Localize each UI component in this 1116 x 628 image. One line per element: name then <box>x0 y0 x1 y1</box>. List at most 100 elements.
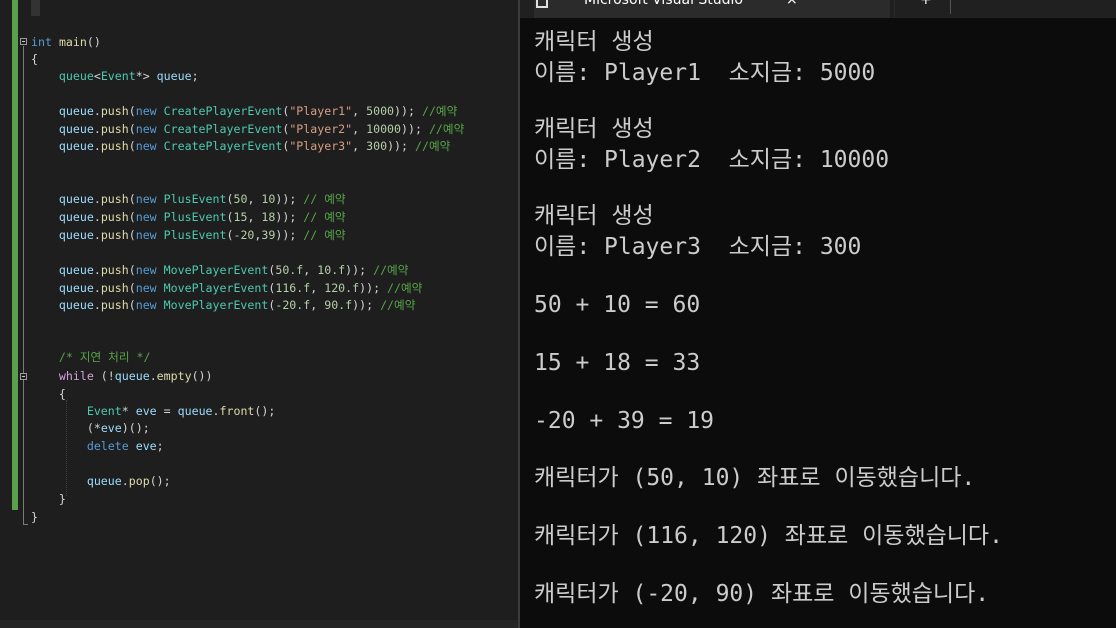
code-token: push <box>100 210 129 224</box>
console-window[interactable]: Microsoft Visual Studio × + 캐릭터 생성 이름: Pl… <box>520 0 1116 628</box>
code-line[interactable]: { <box>31 387 66 401</box>
code-token: )); <box>275 210 297 224</box>
code-token: , <box>303 263 318 277</box>
code-line[interactable]: } <box>31 492 66 506</box>
code-token: new <box>135 104 157 118</box>
code-token: ( <box>128 210 136 224</box>
code-token: "Player3" <box>289 139 353 153</box>
code-token: (! <box>93 369 115 383</box>
code-line[interactable]: int main() <box>31 35 101 49</box>
code-token: while <box>58 369 94 383</box>
code-token: push <box>100 281 129 295</box>
code-token: queue <box>58 104 94 118</box>
code-token: new <box>135 192 157 206</box>
code-editor-pane[interactable]: int main(){ queue<Event*> queue; queue.p… <box>0 0 519 628</box>
code-token: ( <box>128 263 136 277</box>
code-token: queue <box>58 192 94 206</box>
fold-main-icon[interactable] <box>20 38 27 45</box>
code-token: 10000 <box>366 122 402 136</box>
console-tab-title: Microsoft Visual Studio <box>584 0 743 8</box>
code-token: queue <box>58 69 94 83</box>
console-titlebar: Microsoft Visual Studio × + <box>520 0 1116 18</box>
code-token: push <box>100 139 129 153</box>
code-line[interactable]: while (!queue.empty()) <box>31 369 213 383</box>
code-token: new <box>135 263 157 277</box>
code-token: < <box>93 69 101 83</box>
code-token: (* <box>31 421 101 435</box>
console-line: 이름: Player2 소지금: 10000 <box>534 147 890 173</box>
new-tab-icon[interactable]: + <box>920 0 932 9</box>
console-line: 15 + 18 = 33 <box>534 350 701 376</box>
code-line[interactable]: queue.push(new CreatePlayerEvent("Player… <box>31 104 457 118</box>
code-token: ( <box>128 122 136 136</box>
code-line[interactable]: queue.push(new CreatePlayerEvent("Player… <box>31 139 450 153</box>
code-token: 10 <box>261 192 276 206</box>
code-line[interactable]: queue.push(new MovePlayerEvent(116.f, 12… <box>31 281 422 295</box>
code-token: new <box>135 298 157 312</box>
code-line[interactable]: queue.push(new PlusEvent(-20,39)); // 예약 <box>31 228 346 242</box>
tab-close-icon[interactable]: × <box>786 0 798 9</box>
code-token: 90.f <box>324 298 353 312</box>
code-token: , <box>247 210 262 224</box>
code-line[interactable]: { <box>31 52 38 66</box>
code-line[interactable]: delete eve; <box>31 439 164 453</box>
code-token: ( <box>128 298 136 312</box>
code-token: eve <box>135 404 157 418</box>
code-token: queue <box>58 139 94 153</box>
code-token: new <box>135 210 157 224</box>
code-token: 18 <box>261 210 276 224</box>
code-token: CreatePlayerEvent <box>163 122 283 136</box>
fold-while-icon[interactable] <box>20 373 27 380</box>
code-token: . <box>212 404 220 418</box>
code-line[interactable]: queue.push(new PlusEvent(15, 18)); // 예약 <box>31 210 346 224</box>
code-token: . <box>93 228 101 242</box>
code-line[interactable]: queue<Event*> queue; <box>31 69 199 83</box>
code-line[interactable]: Event* eve = queue.front(); <box>31 404 276 418</box>
code-line[interactable]: (*eve)(); <box>31 421 150 435</box>
code-token: PlusEvent <box>163 210 227 224</box>
code-token: queue <box>156 69 192 83</box>
code-token: queue <box>177 404 213 418</box>
code-token: . <box>93 263 101 277</box>
code-token: Event <box>86 404 122 418</box>
terminal-icon <box>536 0 548 8</box>
code-token: ; <box>191 69 199 83</box>
code-line[interactable]: queue.push(new PlusEvent(50, 10)); // 예약 <box>31 192 346 206</box>
code-line[interactable]: queue.push(new MovePlayerEvent(50.f, 10.… <box>31 263 408 277</box>
console-line: 이름: Player1 소지금: 5000 <box>534 60 876 86</box>
code-line[interactable]: queue.push(new MovePlayerEvent(-20.f, 90… <box>31 298 415 312</box>
code-token: ( <box>128 192 136 206</box>
code-token: /* 지연 처리 */ <box>31 350 151 364</box>
code-token: queue <box>114 369 150 383</box>
code-token: new <box>135 228 157 242</box>
code-token: -20.f <box>275 298 311 312</box>
code-token: int <box>31 35 52 49</box>
code-token: queue <box>58 298 94 312</box>
code-token: )); <box>275 192 297 206</box>
code-token: )); <box>275 228 297 242</box>
console-line: 캐릭터가 (116, 120) 좌표로 이동했습니다. <box>534 523 1003 549</box>
code-line[interactable]: } <box>31 510 38 524</box>
code-token: ()) <box>191 369 213 383</box>
code-line[interactable]: queue.push(new CreatePlayerEvent("Player… <box>31 122 464 136</box>
code-line[interactable]: /* 지연 처리 */ <box>31 350 151 364</box>
code-token: } <box>31 492 66 506</box>
code-token: MovePlayerEvent <box>163 263 269 277</box>
code-line[interactable]: queue.pop(); <box>31 474 171 488</box>
code-token: ( <box>128 139 136 153</box>
console-line: 이름: Player3 소지금: 300 <box>534 234 862 260</box>
